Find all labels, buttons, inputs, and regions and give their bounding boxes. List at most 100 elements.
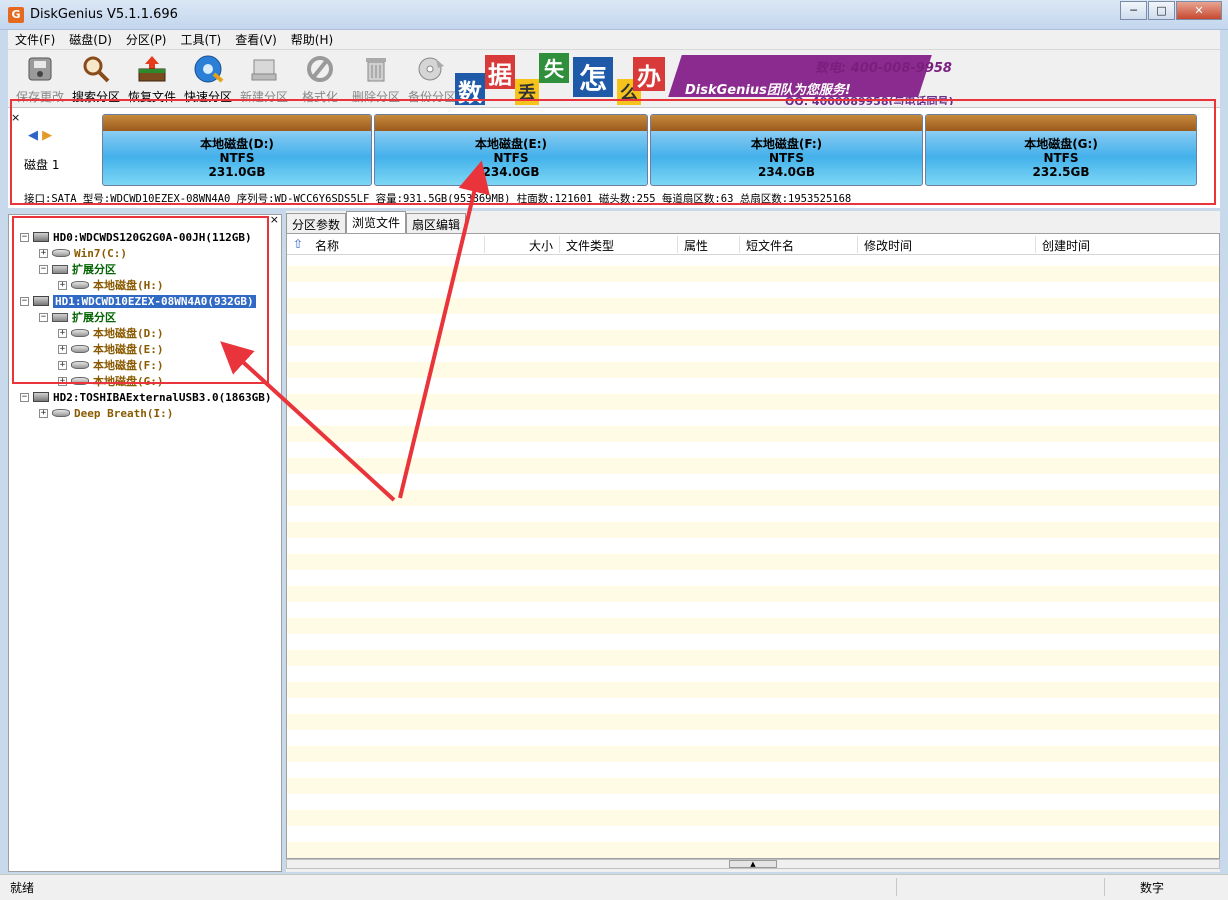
new-partition-button[interactable]: 新建分区 [236, 54, 292, 105]
column-file-type[interactable]: 文件类型 [566, 237, 614, 254]
file-list[interactable]: ⇧ 名称 大小 文件类型 属性 短文件名 修改时间 创建时间 [286, 233, 1220, 859]
format-button[interactable]: 格式化 [292, 54, 348, 105]
column-size[interactable]: 大小 [529, 237, 553, 254]
menu-partition[interactable]: 分区(P) [119, 31, 174, 48]
backup-partition-button[interactable]: 备份分区 [404, 54, 460, 105]
volume-icon [71, 361, 89, 369]
horizontal-scrollbar[interactable]: ▲ [286, 859, 1220, 869]
disk-info-line: 接口:SATA 型号:WDCWD10EZEX-08WN4A0 序列号:WD-WC… [24, 193, 852, 205]
file-list-header: ⇧ 名称 大小 文件类型 属性 短文件名 修改时间 创建时间 [287, 234, 1219, 255]
expand-icon[interactable]: + [58, 344, 67, 354]
tree-item-extended-hd0[interactable]: − 扩展分区 [39, 261, 116, 277]
close-icon[interactable]: × [270, 213, 279, 226]
partition-block-e[interactable]: 本地磁盘(E:) NTFS 234.0GB [374, 114, 648, 186]
volume-icon [71, 329, 89, 337]
column-attributes[interactable]: 属性 [684, 237, 708, 254]
banner-char: 失 [539, 53, 569, 83]
hard-disk-icon [33, 296, 49, 306]
tree-item-hd1[interactable]: − HD1:WDCWD10EZEX-08WN4A0(932GB) [20, 293, 256, 309]
scroll-up-arrow-icon[interactable]: ▲ [729, 860, 777, 868]
tree-item-local-d[interactable]: + 本地磁盘(D:) [58, 325, 164, 341]
disk-nav: ◀ ▶ [28, 128, 52, 143]
quick-partition-icon [192, 54, 224, 84]
main-panel: 分区参数 浏览文件 扇区编辑 ⇧ 名称 大小 文件类型 属性 短文件名 修改时间… [286, 211, 1220, 872]
expand-icon[interactable]: + [58, 376, 67, 386]
tree-item-extended-hd1[interactable]: − 扩展分区 [39, 309, 116, 325]
extended-partition-icon [52, 264, 68, 274]
maximize-button[interactable]: □ [1148, 1, 1175, 20]
menu-disk[interactable]: 磁盘(D) [62, 31, 119, 48]
tab-sector-editor[interactable]: 扇区编辑 [406, 213, 467, 234]
extended-partition-icon [52, 312, 68, 322]
column-short-name[interactable]: 短文件名 [746, 237, 794, 254]
disk-map-panel: × ◀ ▶ 磁盘 1 本地磁盘(D:) NTFS 231.0GB 本地磁盘(E:) N… [8, 108, 1220, 208]
tree-item-hd0[interactable]: − HD0:WDCWDS120G2G0A-00JH(112GB) [20, 229, 252, 245]
new-partition-icon [248, 54, 280, 84]
menu-view[interactable]: 查看(V) [228, 31, 284, 48]
menu-bar: 文件(F) 磁盘(D) 分区(P) 工具(T) 查看(V) 帮助(H) [8, 30, 1220, 50]
menu-file[interactable]: 文件(F) [8, 31, 62, 48]
expand-icon[interactable]: + [58, 280, 67, 290]
status-text: 就绪 [10, 881, 35, 895]
up-folder-icon[interactable]: ⇧ [293, 237, 303, 251]
volume-icon [52, 249, 70, 257]
partition-block-g[interactable]: 本地磁盘(G:) NTFS 232.5GB [925, 114, 1197, 186]
volume-icon [71, 281, 89, 289]
banner-qq: QQ: 4000089958(与电话同号) [785, 95, 954, 105]
recover-box-icon [136, 54, 168, 84]
window-title: DiskGenius V5.1.1.696 [30, 7, 178, 22]
column-modified-time[interactable]: 修改时间 [864, 237, 912, 254]
tree-item-local-e[interactable]: + 本地磁盘(E:) [58, 341, 164, 357]
num-lock-indicator: 数字 [1140, 881, 1165, 895]
tree-item-local-f[interactable]: + 本地磁盘(F:) [58, 357, 164, 373]
advertising-banner[interactable]: 数 据 丢 失 怎 么 办 致电: 400-008-9958 DiskGeniu… [455, 53, 955, 105]
close-button[interactable]: ✕ [1176, 1, 1222, 20]
column-created-time[interactable]: 创建时间 [1042, 237, 1090, 254]
tree-item-deep-breath-i[interactable]: + Deep Breath(I:) [39, 405, 173, 421]
expand-icon[interactable]: + [58, 328, 67, 338]
delete-partition-button[interactable]: 删除分区 [348, 54, 404, 105]
collapse-icon[interactable]: − [39, 264, 48, 274]
expand-icon[interactable]: + [58, 360, 67, 370]
expand-icon[interactable]: + [39, 408, 48, 418]
tab-bar: 分区参数 浏览文件 扇区编辑 [286, 211, 467, 234]
status-bar: 就绪 数字 [0, 874, 1228, 900]
collapse-icon[interactable]: − [39, 312, 48, 322]
format-icon [304, 54, 336, 84]
quick-partition-button[interactable]: 快速分区 [180, 54, 236, 105]
hard-disk-icon [33, 232, 49, 242]
trash-icon [360, 54, 392, 84]
minimize-button[interactable]: ─ [1120, 1, 1147, 20]
banner-char: 丢 [515, 79, 539, 105]
tree-item-hd2[interactable]: − HD2:TOSHIBAExternalUSB3.0(1863GB) [20, 389, 272, 405]
expand-icon[interactable]: + [39, 248, 48, 258]
collapse-icon[interactable]: − [20, 392, 29, 402]
app-logo-icon: G [8, 7, 24, 23]
save-changes-button[interactable]: 保存更改 [12, 54, 68, 105]
tree-item-local-g[interactable]: + 本地磁盘(G:) [58, 373, 164, 389]
banner-char: 办 [633, 57, 665, 91]
column-name[interactable]: 名称 [315, 237, 339, 254]
magnifier-icon [80, 54, 112, 84]
collapse-icon[interactable]: − [20, 296, 29, 306]
banner-phone: 致电: 400-008-9958 [815, 61, 952, 76]
volume-icon [71, 377, 89, 385]
prev-disk-icon[interactable]: ◀ [28, 128, 38, 143]
tree-item-local-h[interactable]: + 本地磁盘(H:) [58, 277, 164, 293]
partition-block-d[interactable]: 本地磁盘(D:) NTFS 231.0GB [102, 114, 372, 186]
menu-help[interactable]: 帮助(H) [284, 31, 340, 48]
tab-browse-files[interactable]: 浏览文件 [346, 211, 407, 234]
tree-item-win7-c[interactable]: + Win7(C:) [39, 245, 127, 261]
recover-files-button[interactable]: 恢复文件 [124, 54, 180, 105]
disk-tree-panel: × − HD0:WDCWDS120G2G0A-00JH(112GB) + Win… [8, 213, 282, 872]
collapse-icon[interactable]: − [20, 232, 29, 242]
close-icon[interactable]: × [11, 111, 20, 124]
next-disk-icon[interactable]: ▶ [42, 128, 52, 143]
tab-partition-params[interactable]: 分区参数 [286, 213, 347, 234]
save-disk-icon [24, 54, 56, 84]
search-partition-button[interactable]: 搜索分区 [68, 54, 124, 105]
title-bar: G DiskGenius V5.1.1.696 ─ □ ✕ [0, 0, 1228, 30]
partition-block-f[interactable]: 本地磁盘(F:) NTFS 234.0GB [650, 114, 923, 186]
toolbar: 保存更改 搜索分区 恢复文件 快速分区 新建分区 格式化 删除分区 备份分区 数… [8, 50, 1220, 108]
menu-tools[interactable]: 工具(T) [174, 31, 229, 48]
